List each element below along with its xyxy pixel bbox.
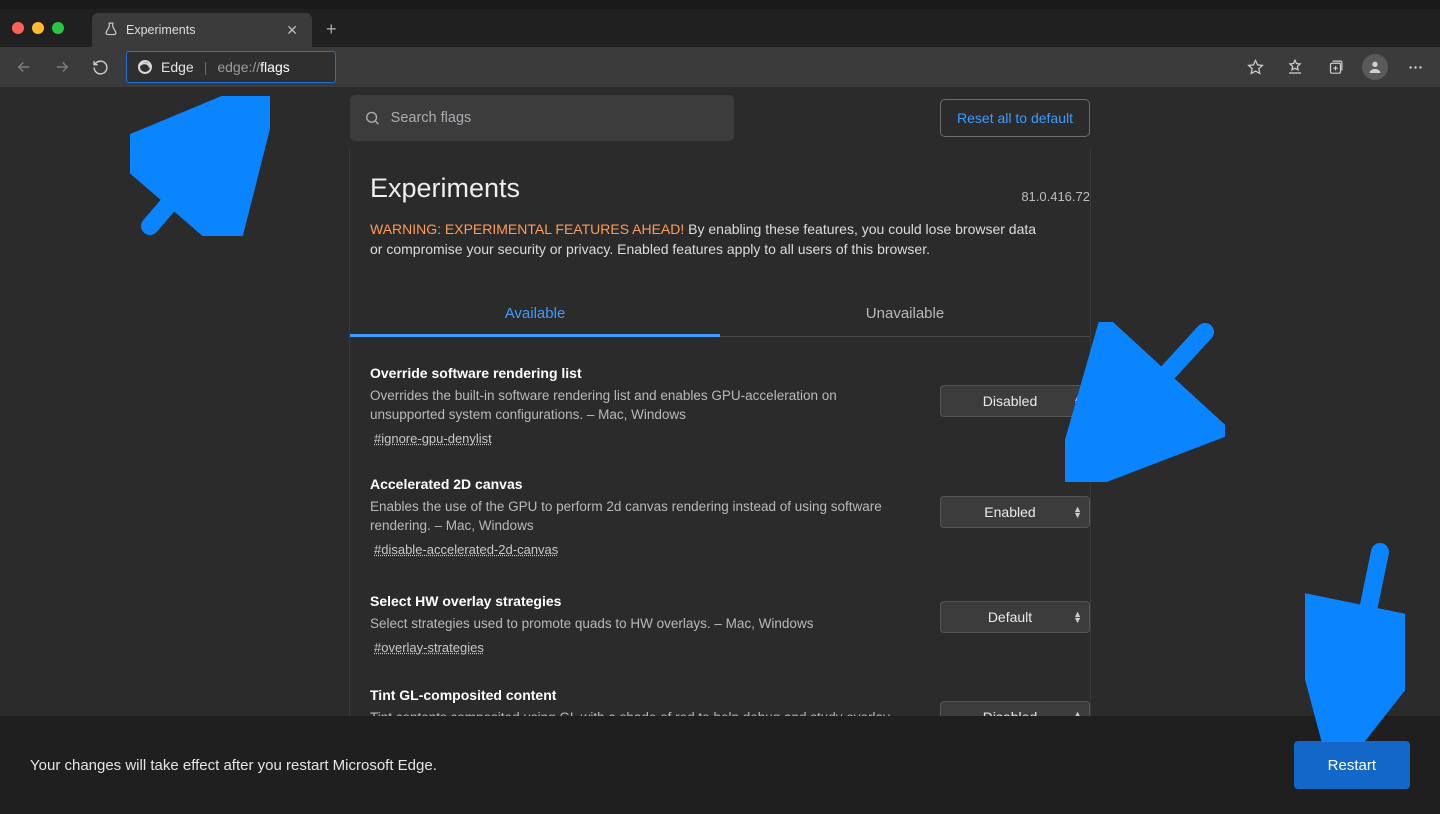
url-text: edge://flags [217,59,289,75]
annotation-arrow-icon [130,96,270,236]
browser-toolbar: Edge | edge://flags [0,47,1440,87]
favorite-star-icon[interactable] [1242,54,1268,80]
left-divider [349,149,350,716]
flag-description: Overrides the built-in software renderin… [370,387,890,425]
flag-row: Accelerated 2D canvas Enables the use of… [350,448,1090,559]
page-header: Experiments 81.0.416.72 [350,149,1090,214]
annotation-arrow-icon [1305,542,1405,742]
flag-anchor-link[interactable]: #ignore-gpu-denylist [370,431,492,446]
window-controls [12,22,64,34]
identity-label: Edge [161,59,194,75]
tab-strip: Experiments ✕ + [0,9,1440,47]
flag-description: Select strategies used to promote quads … [370,615,813,634]
fullscreen-window-button[interactable] [52,22,64,34]
flask-icon [104,22,118,39]
browser-tab[interactable]: Experiments ✕ [92,13,312,47]
avatar-icon [1362,54,1388,80]
flag-row: Override software rendering list Overrid… [350,337,1090,448]
close-tab-button[interactable]: ✕ [282,22,302,39]
flag-title: Select HW overlay strategies [370,593,813,609]
warning-text: WARNING: EXPERIMENTAL FEATURES AHEAD! By… [350,214,1050,271]
address-bar[interactable]: Edge | edge://flags [126,51,336,83]
profile-button[interactable] [1362,54,1388,80]
version-label: 81.0.416.72 [1021,189,1090,204]
controls-row: Reset all to default [350,87,1090,149]
tab-unavailable[interactable]: Unavailable [720,293,1090,336]
refresh-button[interactable] [88,55,112,79]
back-button[interactable] [12,55,36,79]
tab-title: Experiments [126,23,195,37]
flag-row: Select HW overlay strategies Select stra… [350,559,1090,657]
search-input[interactable] [391,110,720,126]
favorites-list-icon[interactable] [1282,54,1308,80]
restart-button[interactable]: Restart [1294,741,1410,789]
flag-description: Enables the use of the GPU to perform 2d… [370,498,890,536]
flag-select[interactable]: Disabled [940,385,1090,417]
collections-icon[interactable] [1322,54,1348,80]
restart-footer: Your changes will take effect after you … [0,716,1440,814]
forward-button[interactable] [50,55,74,79]
footer-message: Your changes will take effect after you … [30,757,437,774]
address-separator: | [204,59,208,75]
flag-title: Accelerated 2D canvas [370,476,890,492]
search-icon [364,109,381,127]
reset-all-button[interactable]: Reset all to default [940,99,1090,137]
site-identity[interactable]: Edge [137,59,194,75]
flag-tabs: Available Unavailable [350,293,1090,337]
new-tab-button[interactable]: + [312,19,351,40]
flag-title: Tint GL-composited content [370,687,890,703]
page-content: Reset all to default Experiments 81.0.41… [0,87,1440,814]
flag-select[interactable]: Enabled [940,496,1090,528]
minimize-window-button[interactable] [32,22,44,34]
page-title: Experiments [370,173,520,204]
edge-icon [137,59,153,75]
flag-select[interactable]: Default [940,601,1090,633]
search-flags-box[interactable] [350,95,734,141]
flag-anchor-link[interactable]: #disable-accelerated-2d-canvas [370,542,558,557]
more-menu-button[interactable] [1402,54,1428,80]
close-window-button[interactable] [12,22,24,34]
flag-anchor-link[interactable]: #overlay-strategies [370,640,484,655]
tab-available[interactable]: Available [350,293,720,337]
mac-menubar-sliver [0,0,1440,9]
flag-title: Override software rendering list [370,365,890,381]
right-divider [1090,149,1091,716]
